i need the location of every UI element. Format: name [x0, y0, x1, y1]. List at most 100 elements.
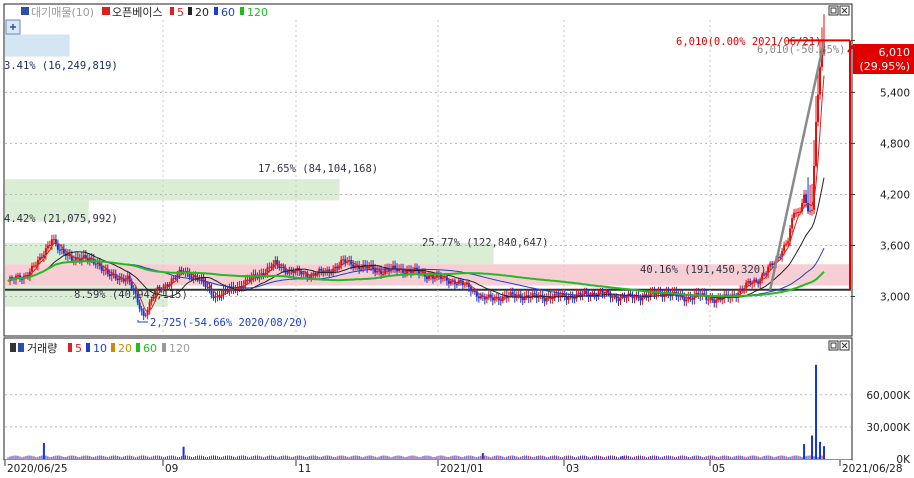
- price-panel-close-button[interactable]: [839, 5, 850, 16]
- price-panel-minimize-button[interactable]: [828, 5, 839, 16]
- volume-bar: [328, 455, 330, 459]
- volume-bar: [314, 455, 316, 459]
- candle-body: [511, 292, 514, 294]
- volume-bar: [366, 455, 368, 459]
- volume-bar: [757, 456, 759, 459]
- volume-bar: [412, 455, 414, 459]
- volume-bar: [69, 455, 71, 459]
- candle-body: [50, 239, 53, 245]
- volume-bar: [558, 456, 560, 459]
- volume-bar: [220, 457, 222, 459]
- candle-body: [280, 266, 283, 269]
- candle-body: [761, 274, 764, 280]
- volume-bar: [631, 457, 633, 459]
- volume-bar: [380, 455, 382, 459]
- candle-body: [749, 280, 752, 284]
- volume-bar: [55, 455, 57, 459]
- volume-panel-close-button[interactable]: [839, 340, 850, 351]
- candle-body: [102, 270, 105, 272]
- volume-bar: [260, 456, 262, 459]
- volume-bar: [129, 455, 131, 459]
- volume-bar: [454, 455, 456, 459]
- volume-bar: [334, 457, 336, 459]
- volume-bar: [773, 457, 775, 459]
- volume-bar: [33, 456, 35, 459]
- candle-body: [334, 266, 337, 269]
- volume-bar: [532, 457, 534, 459]
- volume-bar: [181, 456, 183, 459]
- volume-bar: [330, 456, 332, 459]
- candle-body: [521, 298, 524, 301]
- volume-tick-label: 30,000K: [866, 422, 911, 434]
- volume-bar: [653, 455, 655, 459]
- volume-bar: [711, 455, 713, 459]
- x-tick-label: 2021/06/28: [842, 463, 903, 475]
- legend-vol-ma5: 5: [75, 342, 82, 355]
- volume-panel-minimize-button[interactable]: [828, 340, 839, 351]
- volume-bar: [193, 456, 195, 459]
- volume-bar: [9, 456, 11, 459]
- volume-bar: [326, 455, 328, 459]
- volume-bar: [95, 456, 97, 459]
- volume-bar: [89, 456, 91, 459]
- volume-bar: [516, 456, 518, 459]
- volume-bar: [481, 453, 484, 459]
- volume-bar: [41, 455, 43, 459]
- volume-bar: [524, 455, 526, 459]
- candle-body: [477, 296, 480, 299]
- candle-body: [537, 297, 540, 299]
- volume-bar: [490, 457, 492, 459]
- candle-body: [633, 297, 636, 299]
- volume-bar: [470, 455, 472, 459]
- volume-bar: [376, 457, 378, 459]
- volume-bar: [372, 455, 374, 459]
- volume-bar: [306, 456, 308, 459]
- candle-body: [96, 262, 99, 264]
- volume-bar: [362, 457, 364, 459]
- volume-bar: [570, 455, 572, 459]
- candle-body: [455, 283, 458, 285]
- volume-bar: [621, 456, 624, 459]
- volume-bar: [199, 455, 201, 459]
- volume-bar: [344, 456, 346, 459]
- candle-body: [463, 284, 466, 286]
- settings-icon[interactable]: [5, 19, 21, 35]
- volume-tick-label: 0K: [896, 454, 911, 466]
- candle-body: [707, 299, 710, 301]
- volume-bar: [340, 455, 342, 459]
- volume-bar: [635, 455, 637, 459]
- candle-body: [150, 298, 153, 302]
- volume-bar: [735, 455, 737, 459]
- volume-bar: [460, 456, 462, 459]
- candle-body: [100, 266, 103, 271]
- candle-body: [765, 272, 768, 275]
- volume-bar: [512, 455, 514, 459]
- volume-bar: [671, 456, 673, 459]
- volume-bar: [246, 456, 248, 459]
- volume-bar: [554, 455, 556, 459]
- candle-body: [312, 273, 315, 275]
- candle-body: [629, 293, 632, 295]
- volume-bar: [410, 455, 412, 459]
- candle-body: [268, 266, 271, 268]
- candle-body: [471, 290, 474, 292]
- volume-bar: [298, 455, 300, 459]
- candle-body: [376, 270, 379, 273]
- candle-body: [469, 287, 472, 292]
- volume-bar: [338, 455, 340, 459]
- x-tick-label: 03: [566, 463, 579, 475]
- volume-bar: [803, 444, 806, 459]
- candle-body: [158, 286, 161, 290]
- volume-panel-frame: [3, 337, 853, 461]
- candle-body: [803, 194, 806, 203]
- volume-bar: [336, 456, 338, 459]
- volume-bar: [618, 457, 620, 459]
- volume-bar: [416, 456, 418, 459]
- volume-bar: [480, 455, 482, 459]
- candle-body: [134, 290, 137, 294]
- volume-bar: [468, 455, 470, 459]
- candle-body: [238, 286, 241, 288]
- volume-bar: [582, 455, 584, 459]
- volume-bar: [31, 455, 33, 459]
- volume-bar: [274, 456, 276, 459]
